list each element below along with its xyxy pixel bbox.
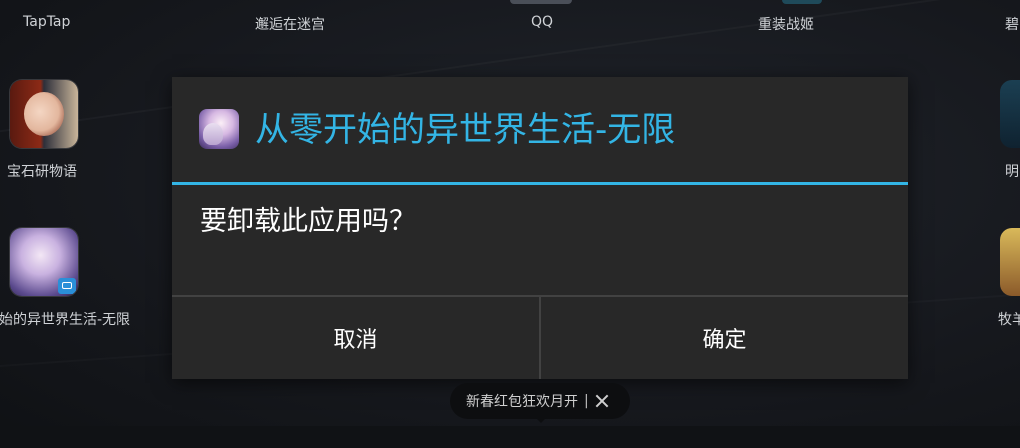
app-label-right-2[interactable]: 牧羊 — [998, 309, 1020, 329]
zhongzhuang-icon[interactable] — [782, 0, 822, 4]
promo-pointer — [535, 417, 547, 423]
dialog-message: 要卸载此应用吗？ — [200, 206, 416, 237]
dialog-header: 从零开始的异世界生活-无限 — [172, 77, 908, 185]
promo-banner[interactable]: 新春红包狂欢月开 | — [450, 383, 630, 419]
app-label-qq[interactable]: QQ — [531, 14, 553, 30]
character-face-icon — [24, 92, 64, 136]
dock-bar — [0, 426, 1020, 448]
app-label-dungeon[interactable]: 邂逅在迷宫 — [255, 14, 325, 34]
app-label-gem[interactable]: 宝石研物语 — [7, 161, 77, 181]
app-label-right-1[interactable]: 明 — [1005, 161, 1019, 181]
gem-game-icon[interactable] — [10, 80, 78, 148]
dialog-title: 从零开始的异世界生活-无限 — [255, 110, 676, 150]
app-label-cut-right[interactable]: 碧 — [1005, 14, 1019, 34]
close-icon[interactable] — [595, 394, 609, 408]
right-app-icon[interactable] — [1000, 80, 1020, 148]
tv-badge-icon — [58, 278, 76, 294]
rezero-app-icon — [199, 109, 239, 149]
app-label-rezero[interactable]: 始的异世界生活-无限 — [0, 309, 130, 329]
promo-text: 新春红包狂欢月开 — [466, 394, 578, 410]
qq-icon[interactable] — [510, 0, 572, 4]
dialog-button-bar: 取消 确定 — [172, 295, 908, 379]
character-hair — [203, 123, 223, 145]
ok-button[interactable]: 确定 — [541, 297, 908, 379]
app-label-taptap[interactable]: TapTap — [23, 14, 70, 30]
promo-separator: | — [584, 393, 589, 409]
cancel-button[interactable]: 取消 — [172, 297, 541, 379]
right-app-icon[interactable] — [1000, 228, 1020, 296]
uninstall-dialog: 从零开始的异世界生活-无限 要卸载此应用吗？ 取消 确定 — [172, 77, 908, 379]
app-label-zhongzhuang[interactable]: 重装战姬 — [758, 14, 814, 34]
rezero-game-icon[interactable] — [10, 228, 78, 296]
